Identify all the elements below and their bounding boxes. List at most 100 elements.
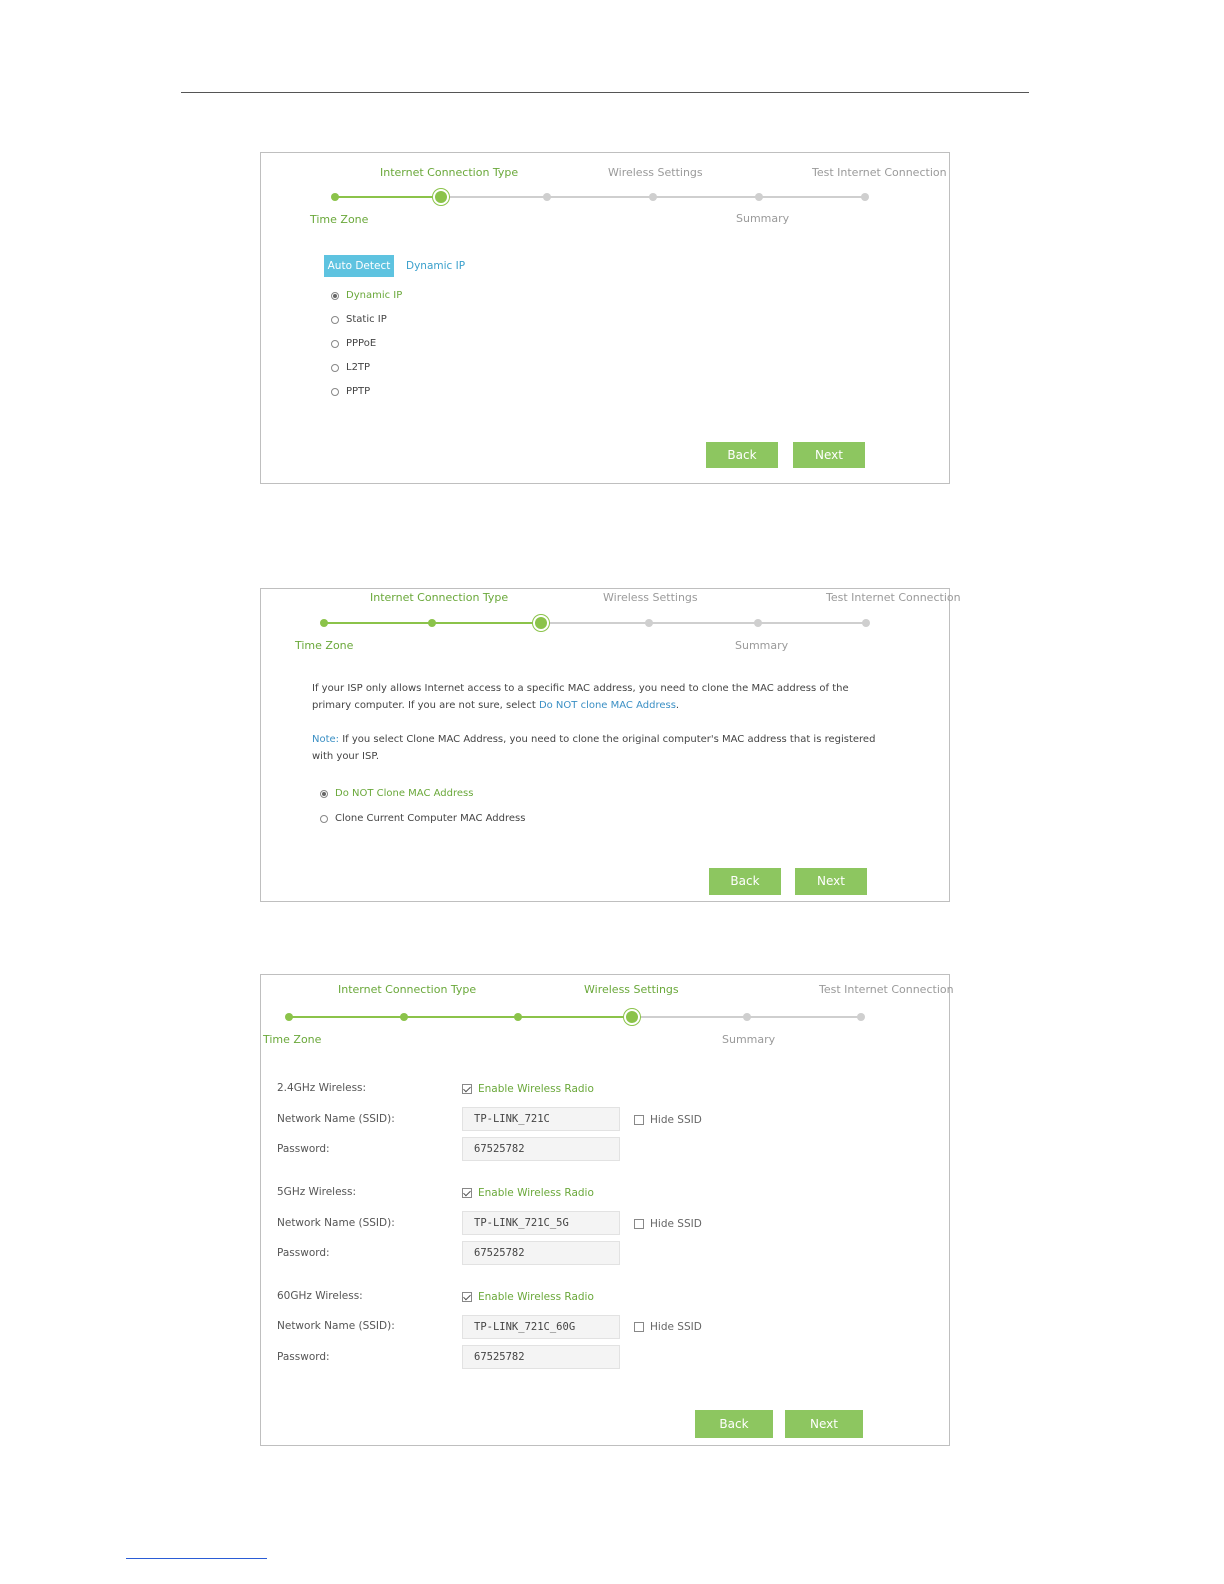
band-label-60ghz: 60GHz Wireless: xyxy=(277,1290,363,1302)
step-dot-test-internet-connection xyxy=(861,193,869,201)
enable-radio-5ghz[interactable]: Enable Wireless Radio xyxy=(462,1187,594,1199)
radio-label: Do NOT Clone MAC Address xyxy=(335,788,474,799)
step-label-summary: Summary xyxy=(722,1033,776,1046)
step-dot-3 xyxy=(535,617,547,629)
step-label-wireless-settings: Wireless Settings xyxy=(608,166,703,179)
checkbox-label: Enable Wireless Radio xyxy=(478,1083,594,1095)
ssid-input-60ghz[interactable]: TP-LINK_721C_60G xyxy=(462,1315,620,1339)
step-dot-time-zone xyxy=(285,1013,293,1021)
next-button[interactable]: Next xyxy=(793,442,865,468)
radio-label: PPPoE xyxy=(346,338,377,349)
radio-option-clone-current[interactable]: Clone Current Computer MAC Address xyxy=(320,813,525,824)
checkbox[interactable] xyxy=(462,1188,472,1198)
step-label-time-zone: Time Zone xyxy=(263,1033,322,1046)
step-dot-3 xyxy=(543,193,551,201)
step-dot-wireless-settings xyxy=(649,193,657,201)
checkbox[interactable] xyxy=(462,1084,472,1094)
mac-clone-description: If your ISP only allows Internet access … xyxy=(312,680,892,714)
step-dot-test-internet-connection xyxy=(862,619,870,627)
step-dot-internet-connection-type xyxy=(400,1013,408,1021)
checkbox-label: Enable Wireless Radio xyxy=(478,1187,594,1199)
step-dot-wireless-settings xyxy=(645,619,653,627)
step-label-internet-connection-type: Internet Connection Type xyxy=(380,166,519,179)
radio-label: L2TP xyxy=(346,362,371,373)
step-label-internet-connection-type: Internet Connection Type xyxy=(370,591,509,604)
password-label: Password: xyxy=(277,1247,330,1259)
radio-option-dynamic-ip[interactable]: Dynamic IP xyxy=(331,290,402,301)
step-label-time-zone: Time Zone xyxy=(295,639,354,652)
radio-option-pptp[interactable]: PPTP xyxy=(331,386,370,397)
checkbox[interactable] xyxy=(634,1219,644,1229)
radio-label: Clone Current Computer MAC Address xyxy=(335,813,526,824)
description-text: primary computer. If you are not sure, s… xyxy=(312,700,539,711)
back-button[interactable]: Back xyxy=(695,1410,773,1438)
step-label-wireless-settings: Wireless Settings xyxy=(584,983,679,996)
checkbox-label: Hide SSID xyxy=(650,1218,702,1230)
do-not-clone-link[interactable]: Do NOT clone MAC Address xyxy=(539,700,676,711)
radio-button[interactable] xyxy=(331,339,339,348)
password-label: Password: xyxy=(277,1351,330,1363)
next-button[interactable]: Next xyxy=(795,868,867,895)
radio-button[interactable] xyxy=(331,291,339,300)
step-dot-summary xyxy=(743,1013,751,1021)
radio-button[interactable] xyxy=(331,315,339,324)
panel-connection-type: Internet Connection Type Wireless Settin… xyxy=(260,152,950,484)
note-line-2: with your ISP. xyxy=(312,751,380,762)
enable-radio-2-4ghz[interactable]: Enable Wireless Radio xyxy=(462,1083,594,1095)
checkbox[interactable] xyxy=(634,1322,644,1332)
enable-radio-60ghz[interactable]: Enable Wireless Radio xyxy=(462,1291,594,1303)
radio-button[interactable] xyxy=(331,363,339,372)
radio-label: Static IP xyxy=(346,314,387,325)
radio-label: PPTP xyxy=(346,386,371,397)
step-dot-time-zone xyxy=(320,619,328,627)
ssid-input-2-4ghz[interactable]: TP-LINK_721C xyxy=(462,1107,620,1131)
note-line-1: Note: If you select Clone MAC Address, y… xyxy=(312,731,902,748)
radio-option-do-not-clone[interactable]: Do NOT Clone MAC Address xyxy=(320,788,473,799)
tab-auto-detect[interactable]: Auto Detect xyxy=(324,255,394,277)
radio-label: Dynamic IP xyxy=(346,290,403,301)
note-text: If you select Clone MAC Address, you nee… xyxy=(339,734,876,745)
panel-wireless-settings: Internet Connection Type Wireless Settin… xyxy=(260,974,954,1446)
checkbox[interactable] xyxy=(634,1115,644,1125)
step-dot-internet-connection-type xyxy=(428,619,436,627)
hide-ssid-2-4ghz[interactable]: Hide SSID xyxy=(634,1114,702,1126)
radio-button[interactable] xyxy=(320,789,328,798)
page-footer-link-underline xyxy=(126,1558,267,1559)
radio-button[interactable] xyxy=(331,387,339,396)
hide-ssid-5ghz[interactable]: Hide SSID xyxy=(634,1218,702,1230)
step-label-time-zone: Time Zone xyxy=(310,213,369,226)
step-dot-test-internet-connection xyxy=(857,1013,865,1021)
band-label-5ghz: 5GHz Wireless: xyxy=(277,1186,357,1198)
description-period: . xyxy=(675,700,680,711)
checkbox-label: Enable Wireless Radio xyxy=(478,1291,594,1303)
ssid-input-5ghz[interactable]: TP-LINK_721C_5G xyxy=(462,1211,620,1235)
step-dot-summary xyxy=(755,193,763,201)
ssid-label: Network Name (SSID): xyxy=(277,1113,395,1125)
back-button[interactable]: Back xyxy=(706,442,778,468)
password-input-5ghz[interactable]: 67525782 xyxy=(462,1241,620,1265)
password-input-2-4ghz[interactable]: 67525782 xyxy=(462,1137,620,1161)
radio-option-l2tp[interactable]: L2TP xyxy=(331,362,370,373)
step-label-test-internet-connection: Test Internet Connection xyxy=(826,591,961,604)
radio-option-static-ip[interactable]: Static IP xyxy=(331,314,387,325)
description-line-1: If your ISP only allows Internet access … xyxy=(312,683,849,694)
step-label-summary: Summary xyxy=(735,639,789,652)
step-label-internet-connection-type: Internet Connection Type xyxy=(338,983,477,996)
step-dot-summary xyxy=(754,619,762,627)
tab-dynamic-ip[interactable]: Dynamic IP xyxy=(406,255,465,277)
step-dot-time-zone xyxy=(331,193,339,201)
page-top-rule xyxy=(181,92,1029,93)
step-label-wireless-settings: Wireless Settings xyxy=(603,591,698,604)
step-label-test-internet-connection: Test Internet Connection xyxy=(819,983,954,996)
mac-clone-note: Note: If you select Clone MAC Address, y… xyxy=(312,731,902,765)
radio-button[interactable] xyxy=(320,814,328,823)
next-button[interactable]: Next xyxy=(785,1410,863,1438)
step-dot-3 xyxy=(514,1013,522,1021)
radio-option-pppoe[interactable]: PPPoE xyxy=(331,338,376,349)
checkbox[interactable] xyxy=(462,1292,472,1302)
password-input-60ghz[interactable]: 67525782 xyxy=(462,1345,620,1369)
hide-ssid-60ghz[interactable]: Hide SSID xyxy=(634,1321,702,1333)
panel-mac-clone: Internet Connection Type Wireless Settin… xyxy=(260,588,961,902)
step-label-test-internet-connection: Test Internet Connection xyxy=(812,166,947,179)
back-button[interactable]: Back xyxy=(709,868,781,895)
